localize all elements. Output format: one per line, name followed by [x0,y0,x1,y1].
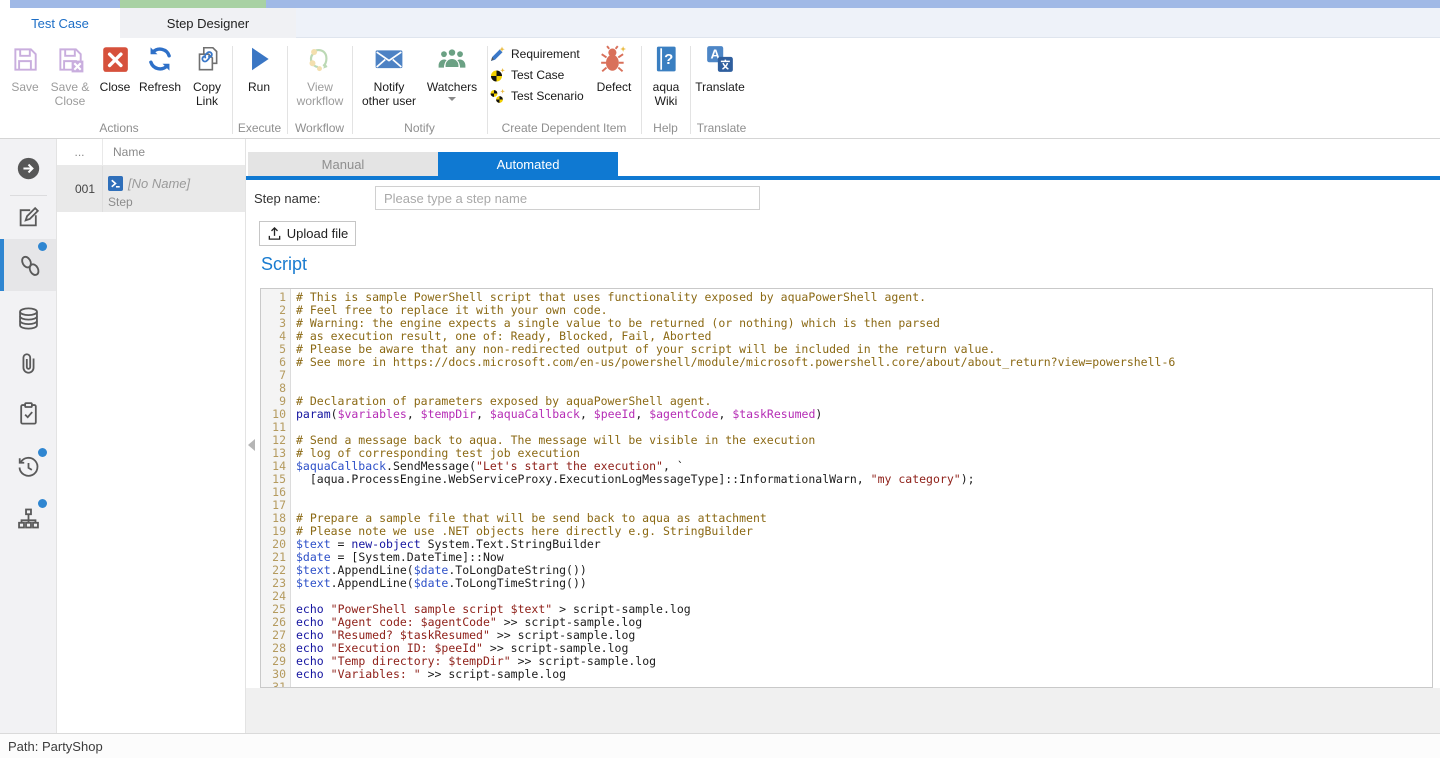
step-name-label: Step name: [254,191,321,206]
group-label-create-dependent-item: Create Dependent Item [487,121,641,135]
sidebar-item-attachments[interactable] [0,341,56,385]
column-options[interactable]: ... [57,139,103,165]
step-row-number: 001 [57,166,103,212]
group-label-notify: Notify [352,121,487,135]
sidebar-item-checklist[interactable] [0,391,56,435]
watchers-icon [423,44,481,80]
panel-collapse-arrow-icon[interactable] [248,439,255,451]
step-name-input[interactable] [375,186,760,210]
edit-icon [15,204,42,231]
circle-arrow-icon [15,155,42,182]
powershell-icon [108,176,123,191]
step-list-header: ... Name [57,139,245,166]
save-button[interactable]: Save [6,44,44,94]
steps-footprints-icon [16,251,44,279]
copy-link-button[interactable]: CopyLink [186,44,228,108]
aqua-wiki-button[interactable]: ? aquaWiki [645,44,687,108]
sidebar-item-history[interactable] [0,445,56,489]
script-heading: Script [261,254,307,275]
save-and-close-button[interactable]: Save &Close [46,44,94,108]
create-test-scenario-button[interactable]: Test Scenario [490,87,584,105]
run-button[interactable]: Run [238,44,280,94]
copy-link-icon [186,44,228,80]
refresh-button[interactable]: Refresh [136,44,184,94]
defect-bug-icon [591,44,637,80]
group-label-actions: Actions [6,121,232,135]
save-and-close-icon [46,44,94,80]
step-row[interactable]: 001 [No Name] Step [57,166,245,212]
ribbon: Save Save &Close Close Refresh CopyLink … [0,38,1440,139]
status-bar: Path: PartyShop [0,733,1440,758]
notify-other-user-button[interactable]: Notifyother user [357,44,421,108]
steps-badge [38,242,47,251]
watchers-dropdown-caret[interactable] [448,97,456,101]
group-label-translate: Translate [690,121,753,135]
left-iconbar [0,139,57,733]
translate-icon: A [692,44,748,80]
tab-automated[interactable]: Automated [438,152,618,176]
group-label-execute: Execute [232,121,287,135]
upload-file-button[interactable]: Upload file [259,221,356,246]
group-label-help: Help [641,121,690,135]
view-workflow-button[interactable]: Viewworkflow [291,44,349,108]
window-tabbar: Test Case Step Designer [0,8,1440,38]
wiki-book-icon: ? [645,44,687,80]
watchers-button[interactable]: Watchers [423,44,481,101]
view-workflow-icon [291,44,349,80]
sidebar-item-data[interactable] [0,296,56,340]
step-row-type: Step [108,195,133,209]
database-icon [15,305,42,332]
paperclip-icon [15,350,42,377]
title-strip-green-accent [120,0,266,8]
tab-step-designer[interactable]: Step Designer [120,8,296,38]
requirement-icon [490,46,506,62]
script-editor[interactable]: 1# This is sample PowerShell script that… [260,288,1433,688]
sidebar-item-hierarchy[interactable] [0,496,56,540]
clipboard-check-icon [15,400,42,427]
translate-button[interactable]: A Translate [692,44,748,94]
close-icon [96,44,134,80]
save-icon [6,44,44,80]
sidebar-item-steps[interactable] [0,239,56,291]
svg-text:?: ? [664,51,673,68]
refresh-icon [136,44,184,80]
group-label-workflow: Workflow [287,121,352,135]
run-icon [238,44,280,80]
sidebar-item-edit[interactable] [0,195,56,239]
close-button[interactable]: Close [96,44,134,94]
hierarchy-badge [38,499,47,508]
create-requirement-button[interactable]: Requirement [490,45,580,63]
history-icon [15,454,42,481]
title-strip-white [0,0,10,8]
history-badge [38,448,47,457]
column-name[interactable]: Name [113,145,145,159]
script-editor-code: 1# This is sample PowerShell script that… [261,291,1432,688]
upload-icon [267,226,282,241]
sidebar-item-navigate[interactable] [0,146,56,190]
tab-test-case[interactable]: Test Case [0,8,120,38]
create-test-case-button[interactable]: Test Case [490,66,564,84]
main-content: Manual Automated Step name: Upload file … [246,139,1440,733]
hierarchy-icon [15,505,42,532]
test-case-icon [490,67,506,83]
test-scenario-icon [490,88,506,104]
tab-accent-bar [246,176,1440,180]
step-list-panel: ... Name 001 [No Name] Step [57,139,246,733]
step-row-name: [No Name] [128,176,190,191]
tab-manual[interactable]: Manual [248,152,438,176]
envelope-icon [357,44,421,80]
title-strip [0,0,1440,8]
breadcrumb-path: Path: PartyShop [8,739,103,754]
defect-button[interactable]: Defect [591,44,637,94]
